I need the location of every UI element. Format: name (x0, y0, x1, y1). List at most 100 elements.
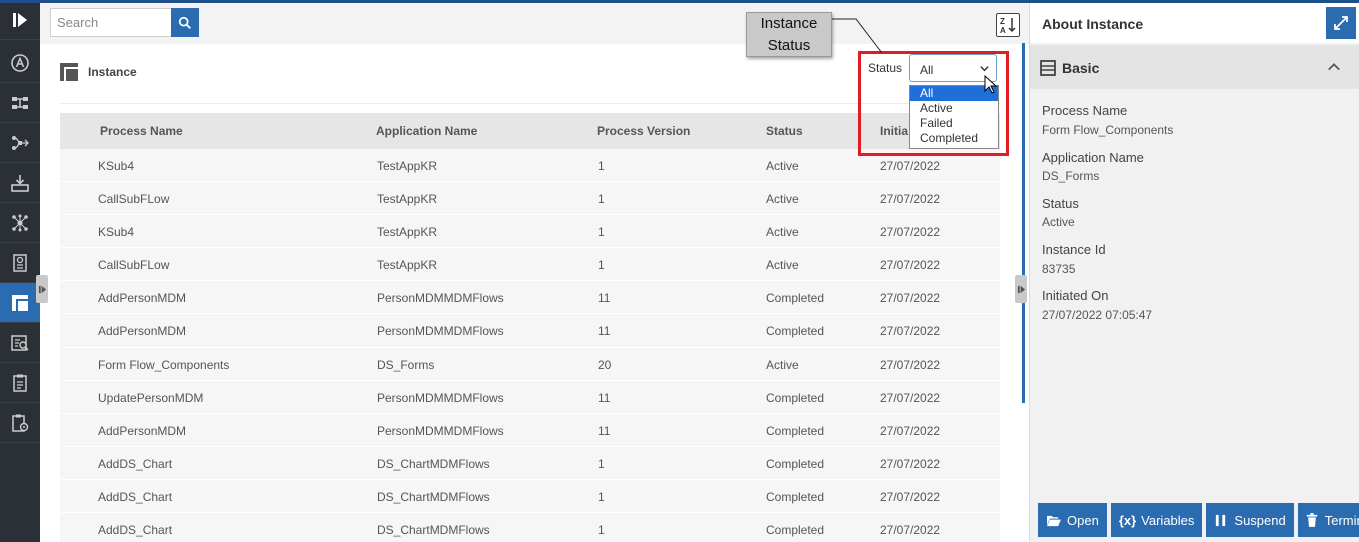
cell-application-name: DS_ChartMDMFlows (377, 456, 490, 471)
table-row[interactable]: AddDS_Chart DS_ChartMDMFlows 1 Completed 27/… (60, 513, 1000, 542)
table-row[interactable]: KSub4 TestAppKR 1 Active 27/07/2022 (60, 215, 1000, 249)
table-row[interactable]: UpdatePersonMDM PersonMDMMDMFlows 11 Comple… (60, 380, 1000, 414)
cell-status: Active (766, 258, 799, 273)
terminate-button[interactable]: Termin (1297, 503, 1359, 537)
section-title: Basic (1062, 60, 1100, 76)
chevron-up-icon[interactable] (1326, 60, 1342, 74)
table-row[interactable]: AddPersonMDM PersonMDMMDMFlows 11 Completed… (60, 314, 1000, 348)
form-icon (1040, 60, 1056, 76)
cell-process-name: Form Flow_Components (98, 357, 230, 372)
field-label-process-name: Process Name (1042, 103, 1128, 118)
page-title: Instance (88, 65, 137, 79)
page-header: Instance (60, 63, 137, 81)
field-value-application-name: DS_Forms (1042, 169, 1100, 183)
field-value-instance-id: 83735 (1042, 262, 1076, 276)
table-row[interactable]: CallSubFLow TestAppKR 1 Active 27/07/2022 (60, 248, 1000, 282)
cell-status: Completed (766, 291, 825, 306)
cell-application-name: TestAppKR (377, 258, 438, 273)
expand-rail-icon[interactable] (0, 0, 40, 40)
vertical-scrollbar[interactable] (1022, 43, 1025, 403)
cell-process-name: CallSubFLow (98, 192, 170, 207)
cell-process-version: 1 (598, 456, 605, 471)
search-input[interactable] (50, 8, 172, 37)
field-value-initiated-on: 27/07/2022 07:05:47 (1042, 308, 1153, 322)
cell-initiated: 27/07/2022 (880, 159, 941, 173)
cell-initiated: 27/07/2022 (880, 423, 941, 438)
panel-title: About Instance (1042, 16, 1144, 32)
table-row[interactable]: AddDS_Chart DS_ChartMDMFlows 1 Completed 27/… (60, 479, 1000, 514)
tasks-icon[interactable] (0, 363, 40, 403)
cell-status: Completed (766, 423, 825, 438)
sort-button[interactable]: Z A (996, 13, 1020, 37)
about-instance-panel: About Instance Basic Process Name Form F… (1029, 3, 1359, 542)
process-flow-icon[interactable] (0, 123, 40, 163)
reports-icon[interactable] (0, 243, 40, 283)
cell-process-version: 1 (598, 225, 605, 240)
left-collapse-toggle[interactable] (36, 275, 48, 303)
open-button[interactable]: Open (1038, 503, 1107, 537)
sort-z-a-icon: Z A (1000, 17, 1016, 35)
svg-text:Z: Z (1000, 17, 1005, 26)
basic-section-header[interactable]: Basic (1030, 45, 1359, 89)
chevron-right-icon (1017, 285, 1025, 293)
column-process-name[interactable]: Process Name (100, 124, 183, 138)
network-icon[interactable] (0, 203, 40, 243)
variables-button[interactable]: {x} Variables (1110, 503, 1203, 537)
cell-application-name: PersonMDMMDMFlows (377, 390, 504, 405)
column-process-version[interactable]: Process Version (597, 124, 690, 138)
right-collapse-toggle[interactable] (1015, 275, 1027, 303)
cell-process-version: 20 (598, 357, 612, 372)
suspend-button[interactable]: Suspend (1206, 503, 1294, 537)
expand-icon (1334, 16, 1348, 30)
search-list-icon[interactable] (0, 323, 40, 363)
cell-status: Completed (766, 390, 825, 405)
cell-process-version: 1 (598, 489, 605, 504)
cell-process-name: KSub4 (98, 225, 135, 240)
status-highlight-box (858, 51, 1009, 156)
cell-process-version: 11 (598, 423, 611, 438)
instance-list-area: Z A Instance Status All All Active Faile… (36, 3, 1029, 542)
table-row[interactable]: CallSubFLow TestAppKR 1 Active 27/07/2022 (60, 182, 1000, 216)
left-navigation-rail (0, 0, 40, 542)
chevron-right-icon (38, 285, 46, 293)
cell-status: Completed (766, 523, 825, 538)
search-button[interactable] (171, 8, 199, 37)
column-application-name[interactable]: Application Name (376, 124, 477, 138)
cell-initiated: 27/07/2022 (880, 225, 941, 240)
table-row[interactable]: AddPersonMDM PersonMDMMDMFlows 11 Completed… (60, 413, 1000, 447)
cell-status: Active (766, 357, 799, 372)
cell-process-version: 1 (598, 523, 605, 538)
action-bar: Open {x} Variables Suspend Termin (1038, 503, 1359, 537)
table-row[interactable]: AddPersonMDM PersonMDMMDMFlows 11 Completed… (60, 281, 1000, 315)
cell-application-name: PersonMDMMDMFlows (377, 423, 504, 438)
task-settings-icon[interactable] (0, 403, 40, 443)
cell-process-name: AddPersonMDM (98, 291, 187, 306)
app-logo-icon[interactable] (0, 43, 40, 83)
callout-line-1: Instance (760, 15, 818, 32)
svg-text:A: A (1000, 26, 1006, 35)
field-label-initiated-on: Initiated On (1042, 288, 1109, 303)
cell-status: Active (766, 159, 799, 173)
cell-process-version: 1 (598, 258, 605, 273)
cell-application-name: TestAppKR (377, 159, 438, 173)
cell-initiated: 27/07/2022 (880, 291, 941, 306)
suspend-button-label: Suspend (1234, 512, 1286, 528)
workflow-icon[interactable] (0, 83, 40, 123)
cell-initiated: 27/07/2022 (880, 258, 941, 273)
cell-status: Completed (766, 324, 825, 339)
expand-panel-button[interactable] (1326, 7, 1356, 39)
deploy-icon[interactable] (0, 163, 40, 203)
cell-process-version: 11 (598, 324, 611, 339)
table-row[interactable]: AddDS_Chart DS_ChartMDMFlows 1 Completed 27/… (60, 446, 1000, 480)
folder-open-icon (1047, 515, 1061, 526)
cell-process-version: 11 (598, 291, 611, 306)
cell-application-name: TestAppKR (377, 192, 438, 207)
column-status[interactable]: Status (766, 124, 803, 138)
cell-process-name: AddDS_Chart (98, 523, 173, 538)
terminate-button-label: Termin (1324, 512, 1359, 528)
instance-icon[interactable] (0, 283, 40, 323)
field-label-status: Status (1042, 196, 1079, 211)
callout-line-2: Status (767, 37, 811, 54)
cell-application-name: PersonMDMMDMFlows (377, 291, 504, 306)
table-row[interactable]: Form Flow_Components DS_Forms 20 Active 27/0… (60, 347, 1000, 381)
